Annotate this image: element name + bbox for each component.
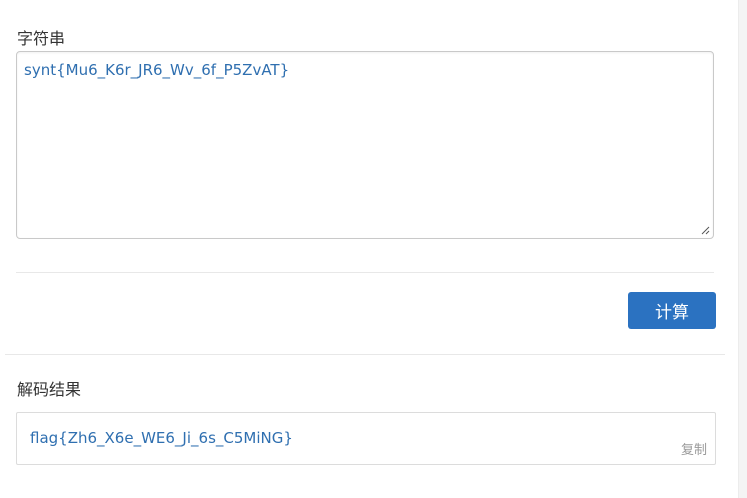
input-textarea[interactable]: synt{Mu6_K6r_JR6_Wv_6f_P5ZvAT} — [17, 52, 713, 238]
copy-button[interactable]: 复制 — [681, 439, 707, 458]
calculate-button[interactable]: 计算 — [628, 292, 716, 329]
resize-handle-icon[interactable] — [700, 225, 710, 235]
decoder-page: 字符串 synt{Mu6_K6r_JR6_Wv_6f_P5ZvAT} 计算 解码… — [0, 0, 747, 498]
input-textarea-container: synt{Mu6_K6r_JR6_Wv_6f_P5ZvAT} — [16, 51, 714, 239]
page-edge — [738, 0, 747, 498]
result-label: 解码结果 — [17, 380, 82, 399]
divider — [16, 272, 714, 273]
result-text: flag{Zh6_X6e_WE6_Ji_6s_C5MiNG} — [30, 429, 293, 447]
input-label: 字符串 — [17, 29, 66, 48]
result-box: flag{Zh6_X6e_WE6_Ji_6s_C5MiNG} 复制 — [16, 412, 716, 465]
divider — [5, 354, 725, 355]
